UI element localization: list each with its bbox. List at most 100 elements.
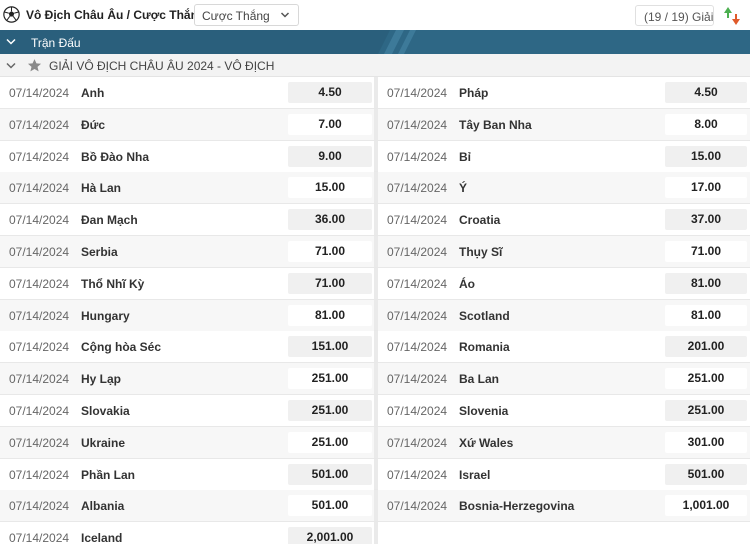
soccer-ball-icon xyxy=(3,6,20,23)
match-date: 07/14/2024 xyxy=(9,372,70,387)
bet-type-select[interactable]: Cược Thắng xyxy=(194,4,299,26)
odds-button[interactable]: 1,001.00 xyxy=(665,495,747,517)
odds-button[interactable]: 251.00 xyxy=(288,431,372,453)
selection-left: 07/14/2024 Phần Lan 501.00 xyxy=(0,458,374,490)
odds-button[interactable]: 8.00 xyxy=(665,113,747,135)
match-date: 07/14/2024 xyxy=(9,403,70,418)
table-row: 07/14/2024 Phần Lan 501.00 07/14/2024 Israel… xyxy=(0,458,750,491)
odds-button[interactable]: 2,001.00 xyxy=(288,527,372,544)
team-name: Thụy Sĩ xyxy=(459,244,503,259)
selection-left: 07/14/2024 Albania 501.00 xyxy=(0,490,374,522)
column-divider xyxy=(374,204,378,235)
odds-button[interactable]: 36.00 xyxy=(288,209,372,231)
selection-right: 07/14/2024 Tây Ban Nha 8.00 xyxy=(378,108,750,140)
table-row: 07/14/2024 Albania 501.00 07/14/2024 Bosnia-… xyxy=(0,490,750,523)
team-name: Bồ Đào Nha xyxy=(81,149,150,164)
odds-button[interactable]: 37.00 xyxy=(665,209,747,231)
odds-button[interactable]: 501.00 xyxy=(288,463,372,485)
match-date: 07/14/2024 xyxy=(387,467,448,482)
odds-button[interactable]: 15.00 xyxy=(665,145,747,167)
match-date: 07/14/2024 xyxy=(387,149,448,164)
selection-left: 07/14/2024 Bồ Đào Nha 9.00 xyxy=(0,140,374,172)
odds-button[interactable]: 9.00 xyxy=(288,145,372,167)
odds-button[interactable]: 201.00 xyxy=(665,336,747,358)
column-divider xyxy=(374,522,378,544)
team-name: Thổ Nhĩ Kỳ xyxy=(81,276,145,291)
selection-right: 07/14/2024 Croatia 37.00 xyxy=(378,204,750,236)
selection-right: 07/14/2024 Pháp 4.50 xyxy=(378,77,750,108)
league-collapse-caret-icon[interactable] xyxy=(6,62,16,70)
odds-button[interactable]: 251.00 xyxy=(288,399,372,421)
odds-button[interactable]: 301.00 xyxy=(665,431,747,453)
selection-left: 07/14/2024 Hy Lạp 251.00 xyxy=(0,363,374,395)
odds-button[interactable]: 151.00 xyxy=(288,336,372,358)
table-row: 07/14/2024 Iceland 2,001.00 xyxy=(0,522,750,544)
selection-right: 07/14/2024 Slovenia 251.00 xyxy=(378,394,750,426)
match-date: 07/14/2024 xyxy=(9,531,70,544)
selection-right: 07/14/2024 Ý 17.00 xyxy=(378,172,750,204)
column-divider xyxy=(374,426,378,458)
page-title: Vô Địch Châu Âu / Cược Thắng xyxy=(26,8,206,22)
league-count[interactable]: (19 / 19) Giải xyxy=(635,5,714,26)
team-name: Slovakia xyxy=(81,403,130,418)
team-name: Romania xyxy=(459,340,510,355)
team-name: Ý xyxy=(459,181,468,196)
odds-button[interactable]: 81.00 xyxy=(665,272,747,294)
team-name: Đan Mạch xyxy=(81,213,138,228)
team-name: Hy Lạp xyxy=(81,372,122,387)
match-date: 07/14/2024 xyxy=(9,308,70,323)
selection-left: 07/14/2024 Cộng hòa Séc 151.00 xyxy=(0,331,374,363)
match-date: 07/14/2024 xyxy=(387,181,448,196)
selection-right: 07/14/2024 Áo 81.00 xyxy=(378,267,750,299)
odds-button[interactable]: 4.50 xyxy=(665,82,747,103)
table-row: 07/14/2024 Serbia 71.00 07/14/2024 Thụy Sĩ 71… xyxy=(0,235,750,268)
selection-right: 07/14/2024 Bỉ 15.00 xyxy=(378,140,750,172)
selection-right: 07/14/2024 Israel 501.00 xyxy=(378,458,750,490)
sort-odds-icon[interactable] xyxy=(723,6,741,26)
odds-button[interactable]: 251.00 xyxy=(665,368,747,390)
odds-button[interactable]: 17.00 xyxy=(665,177,747,199)
odds-button[interactable]: 501.00 xyxy=(665,463,747,485)
favorite-star-icon[interactable] xyxy=(27,58,42,73)
match-date: 07/14/2024 xyxy=(9,467,70,482)
selection-left: 07/14/2024 Iceland 2,001.00 xyxy=(0,522,374,544)
odds-button[interactable]: 7.00 xyxy=(288,113,372,135)
match-date: 07/14/2024 xyxy=(9,86,70,100)
match-date: 07/14/2024 xyxy=(9,244,70,259)
table-row: 07/14/2024 Slovakia 251.00 07/14/2024 Sloven… xyxy=(0,394,750,427)
odds-button[interactable]: 251.00 xyxy=(665,399,747,421)
table-row: 07/14/2024 Bồ Đào Nha 9.00 07/14/2024 Bỉ 15.0… xyxy=(0,140,750,173)
team-name: Croatia xyxy=(459,213,501,228)
table-row: 07/14/2024 Ukraine 251.00 07/14/2024 Xứ Wale… xyxy=(0,426,750,459)
odds-button[interactable]: 71.00 xyxy=(665,240,747,262)
column-divider xyxy=(374,235,378,267)
league-row[interactable]: GIẢI VÔ ĐỊCH CHÂU ÂU 2024 - VÔ ĐỊCH xyxy=(0,54,750,77)
table-row: 07/14/2024 Hy Lạp 251.00 07/14/2024 Ba Lan 25… xyxy=(0,363,750,395)
column-divider xyxy=(374,394,378,426)
odds-button[interactable]: 81.00 xyxy=(665,304,747,326)
column-divider xyxy=(374,77,378,108)
odds-button[interactable]: 81.00 xyxy=(288,304,372,326)
odds-button[interactable]: 71.00 xyxy=(288,240,372,262)
header-stripes xyxy=(0,30,416,54)
match-date: 07/14/2024 xyxy=(9,181,70,196)
match-date: 07/14/2024 xyxy=(387,403,448,418)
odds-button[interactable]: 4.50 xyxy=(288,82,372,103)
match-date: 07/14/2024 xyxy=(9,340,70,355)
selection-left: 07/14/2024 Slovakia 251.00 xyxy=(0,394,374,426)
match-date: 07/14/2024 xyxy=(9,276,70,291)
matches-header[interactable]: Trận Đấu xyxy=(0,30,750,54)
top-bar: Vô Địch Châu Âu / Cược Thắng Cược Thắng … xyxy=(0,0,750,30)
odds-button[interactable]: 71.00 xyxy=(288,272,372,294)
team-name: Scotland xyxy=(459,308,510,323)
odds-button[interactable]: 251.00 xyxy=(288,368,372,390)
match-date: 07/14/2024 xyxy=(387,86,448,100)
collapse-caret-icon[interactable] xyxy=(6,38,16,46)
column-divider xyxy=(374,108,378,140)
chevron-down-icon xyxy=(280,12,290,18)
selection-left: 07/14/2024 Anh 4.50 xyxy=(0,77,374,108)
table-row: 07/14/2024 Đan Mạch 36.00 07/14/2024 Croatia… xyxy=(0,204,750,236)
odds-button[interactable]: 15.00 xyxy=(288,177,372,199)
selection-left: 07/14/2024 Hà Lan 15.00 xyxy=(0,172,374,204)
odds-button[interactable]: 501.00 xyxy=(288,495,372,517)
